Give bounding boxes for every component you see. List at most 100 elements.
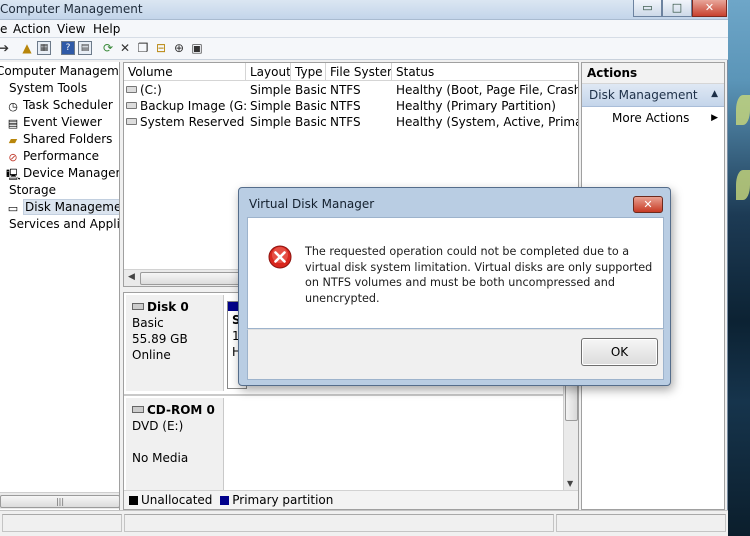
legend-unallocated: Unallocated xyxy=(129,493,212,507)
cell-layout: Simple xyxy=(250,99,291,113)
dialog-body: The requested operation could not be com… xyxy=(247,217,664,329)
tree-label: Performance xyxy=(23,149,100,163)
device-manager-icon: 🖳 xyxy=(6,168,21,181)
chevron-right-icon: ▶ xyxy=(711,113,718,123)
forward-icon[interactable]: ➔ xyxy=(0,41,11,55)
properties-icon[interactable]: ▤ xyxy=(78,41,92,55)
cell-layout: Simple xyxy=(250,83,291,97)
tree-item-shared-folders[interactable]: ▰ Shared Folders xyxy=(6,131,113,148)
column-header-status[interactable]: Status xyxy=(392,63,578,81)
minimize-button[interactable]: ▭ xyxy=(633,0,662,17)
error-icon xyxy=(268,245,292,269)
legend-swatch xyxy=(220,496,230,505)
volume-icon xyxy=(126,102,137,109)
ok-button[interactable]: OK xyxy=(581,338,658,366)
toolbar: ➔ ▲ ▦ ? ▤ ⟳ ✕ ❐ ⊟ ⊕ ▣ xyxy=(0,38,728,60)
status-segment xyxy=(124,514,554,532)
disk-icon: ▭ xyxy=(7,202,19,215)
scroll-thumb[interactable] xyxy=(565,383,578,421)
tree-item-storage[interactable]: Storage xyxy=(9,182,56,199)
menu-view[interactable]: View xyxy=(57,22,85,36)
table-row[interactable]: (C:) xyxy=(126,82,246,98)
column-header-layout[interactable]: Layout xyxy=(246,63,291,81)
tree-label: Task Scheduler xyxy=(23,98,113,112)
actions-header: Actions xyxy=(582,63,724,84)
help-icon[interactable]: ? xyxy=(61,41,75,55)
menu-bar: e Action View Help xyxy=(0,20,728,38)
cdrom-icon xyxy=(132,406,144,413)
disk-state: Online xyxy=(132,348,171,362)
event-viewer-icon: ▤ xyxy=(7,117,19,130)
menu-file-partial[interactable]: e xyxy=(0,22,8,36)
disk-size: 55.89 GB xyxy=(132,332,188,346)
column-header-volume[interactable]: Volume xyxy=(124,63,246,81)
scroll-left-icon[interactable]: ◀ xyxy=(128,272,135,282)
tree-item-system-tools[interactable]: System Tools xyxy=(9,80,87,97)
virtual-disk-manager-dialog: Virtual Disk Manager ✕ The requested ope… xyxy=(238,187,671,386)
section-label: Disk Management xyxy=(589,88,698,102)
clock-icon: ◷ xyxy=(8,100,18,113)
maximize-button[interactable]: □ xyxy=(662,0,692,17)
performance-icon: ⊘ xyxy=(8,151,18,164)
title-bar[interactable]: Computer Management ▭ □ ✕ xyxy=(0,0,728,20)
desktop-leaf xyxy=(736,170,750,200)
console-tree: Computer Management System Tools ◷ Task S… xyxy=(0,62,120,510)
legend-label: Unallocated xyxy=(141,493,213,507)
cell-fs: NTFS xyxy=(330,115,361,129)
delete-icon[interactable]: ✕ xyxy=(118,41,132,55)
tree-item-event-viewer[interactable]: ▤ Event Viewer xyxy=(6,114,102,131)
cell-status: Healthy (Boot, Page File, Crash Dum xyxy=(396,83,578,97)
cell-fs: NTFS xyxy=(330,83,361,97)
tree-horizontal-scrollbar[interactable]: ||| xyxy=(0,492,119,509)
copy-icon[interactable]: ❐ xyxy=(136,41,150,55)
tree-label: Services and Applicat xyxy=(9,217,120,231)
tree-item-device-manager[interactable]: 🖳 Device Manager xyxy=(6,165,120,182)
show-tree-icon[interactable]: ▦ xyxy=(37,41,51,55)
table-row[interactable]: Backup Image (G:) xyxy=(126,98,246,114)
cell-volume: (C:) xyxy=(140,83,162,97)
dialog-title: Virtual Disk Manager xyxy=(249,197,375,211)
tree-label: Event Viewer xyxy=(23,115,102,129)
refresh-icon[interactable]: ⟳ xyxy=(101,41,115,55)
search-icon[interactable]: ⊕ xyxy=(172,41,186,55)
tree-label: Device Manager xyxy=(23,166,120,180)
tree-item-computer-management[interactable]: Computer Management xyxy=(0,63,119,80)
cdrom-media: No Media xyxy=(132,451,189,465)
folder-icon: ▰ xyxy=(8,134,18,147)
tree-item-services-applications[interactable]: Services and Applicat xyxy=(9,216,120,233)
disk-0-label[interactable]: Disk 0 Basic 55.89 GB Online xyxy=(126,295,224,391)
tree-item-task-scheduler[interactable]: ◷ Task Scheduler xyxy=(6,97,113,114)
export-list-icon[interactable]: ▣ xyxy=(190,41,204,55)
tree-label: Storage xyxy=(9,183,56,197)
cdrom-drive: DVD (E:) xyxy=(132,419,184,433)
table-row[interactable]: System Reserved (F:) xyxy=(126,114,246,130)
tree-item-performance[interactable]: ⊘ Performance xyxy=(6,148,99,165)
legend: Unallocated Primary partition xyxy=(124,490,578,509)
tree-item-disk-management[interactable]: ▭ Disk Management xyxy=(6,199,119,216)
menu-help[interactable]: Help xyxy=(93,22,120,36)
column-header-type[interactable]: Type xyxy=(291,63,326,81)
cell-volume: Backup Image (G:) xyxy=(140,99,246,113)
desktop-leaf xyxy=(736,95,750,125)
dialog-close-button[interactable]: ✕ xyxy=(633,196,663,213)
more-actions-link[interactable]: More Actions xyxy=(612,111,689,125)
scroll-thumb[interactable]: ||| xyxy=(0,495,119,508)
hard-disk-icon xyxy=(132,303,144,310)
menu-action[interactable]: Action xyxy=(13,22,51,36)
open-folder-icon[interactable]: ⊟ xyxy=(154,41,168,55)
disk-type: Basic xyxy=(132,316,164,330)
tree-label: Disk Management xyxy=(23,199,119,215)
close-button[interactable]: ✕ xyxy=(692,0,727,17)
cdrom-0-label[interactable]: CD-ROM 0 DVD (E:) No Media xyxy=(126,398,224,490)
column-header-file-system[interactable]: File System xyxy=(326,63,392,81)
cell-volume: System Reserved (F:) xyxy=(140,115,246,129)
tree-label: System Tools xyxy=(9,81,88,95)
legend-primary: Primary partition xyxy=(220,493,333,507)
cell-layout: Simple xyxy=(250,115,291,129)
collapse-icon[interactable]: ▲ xyxy=(711,89,718,99)
up-folder-icon[interactable]: ▲ xyxy=(20,41,34,55)
dialog-message: The requested operation could not be com… xyxy=(305,245,653,305)
actions-section-disk-management[interactable]: Disk Management ▲ xyxy=(582,84,724,107)
volume-icon xyxy=(126,118,137,125)
scroll-down-icon[interactable]: ▼ xyxy=(567,479,573,488)
